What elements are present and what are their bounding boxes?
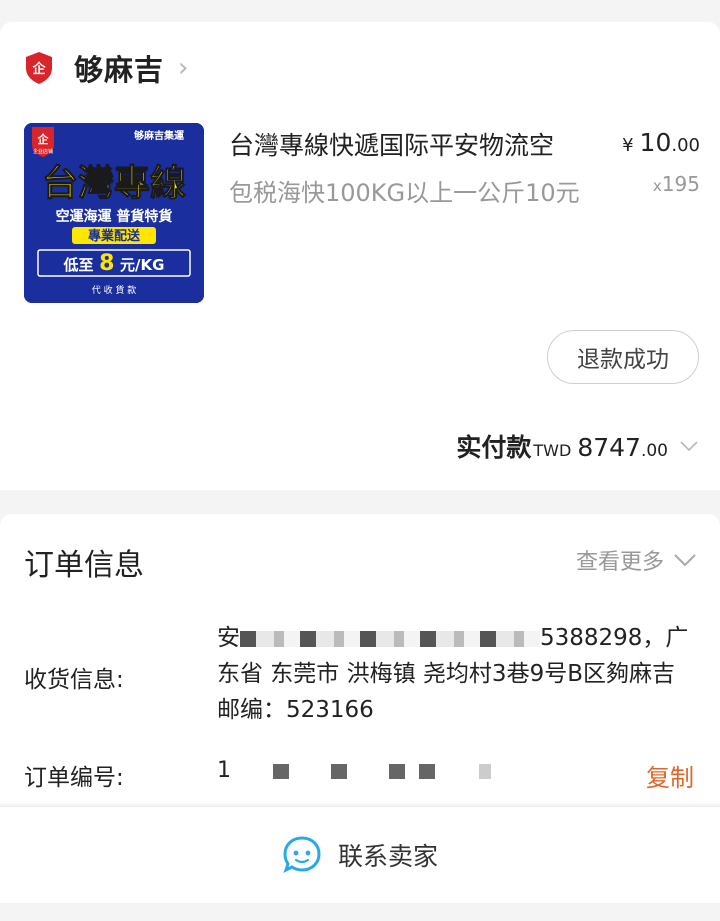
address-masked-block <box>240 630 540 647</box>
shop-name[interactable]: 够麻吉 <box>74 47 164 89</box>
product-image-line3-big: 8 <box>99 251 114 276</box>
chat-bubble-icon <box>283 836 321 873</box>
product-title[interactable]: 台灣專線快遞国际平安物流空 <box>229 126 609 162</box>
product-image-brand: 够麻吉集運 <box>133 129 184 142</box>
view-more-link[interactable]: 查看更多 <box>576 544 696 576</box>
svg-text:企: 企 <box>31 61 46 77</box>
product-image[interactable]: 企 企业店铺 够麻吉集運 台灣專線 空運海運 普貨特貨 專業配送 低至 8 元/… <box>24 123 204 303</box>
chevron-down-icon[interactable] <box>680 440 698 452</box>
copy-button[interactable]: 复制 <box>646 758 694 793</box>
shop-card: 企 够麻吉 › 企 企业店铺 够麻吉集運 台灣專線 空運海運 普貨特貨 專業配送… <box>0 22 720 490</box>
payment-summary[interactable]: 实付款 TWD 8747.00 <box>456 428 698 464</box>
order-info-card: 订单信息 查看更多 收货信息: 安 5388298，广东省 东莞市 洪梅镇 尧均村… <box>0 514 720 804</box>
shop-badge-icon: 企 <box>26 52 52 84</box>
payment-amount: 8747 <box>577 433 641 462</box>
product-image-line4: 代 收 貨 款 <box>92 284 137 296</box>
quantity-value: 195 <box>661 172 700 196</box>
price-int: 10 <box>639 128 672 157</box>
product-image-line3-suffix: 元/KG <box>120 256 164 274</box>
order-number-mask <box>331 764 347 779</box>
product-image-line1: 空運海運 普貨特貨 <box>56 208 173 225</box>
product-image-badge: 企业店铺 <box>33 148 53 155</box>
chevron-down-icon[interactable] <box>674 553 696 567</box>
contact-seller-button[interactable]: 联系卖家 <box>0 807 720 903</box>
order-number-mask <box>419 764 435 779</box>
address-label: 收货信息: <box>24 667 124 693</box>
quantity-prefix: x <box>652 177 662 195</box>
address-value: 安 5388298，广东省 东莞市 洪梅镇 尧均村3巷9号B区夠麻吉 邮编：523… <box>217 620 702 728</box>
order-number-mask <box>273 764 289 779</box>
order-number-visible: 1 <box>217 758 231 783</box>
chevron-right-icon[interactable]: › <box>178 53 188 83</box>
product-description: 包税海快100KG以上一公斤10元 <box>229 179 580 207</box>
order-number-value: 1 <box>217 758 497 783</box>
order-info-title: 订单信息 <box>24 548 144 583</box>
price-currency: ¥ <box>622 135 634 156</box>
order-number-mask <box>389 764 405 779</box>
contact-bar: 联系卖家 <box>0 806 720 903</box>
product-quantity: x195 <box>653 172 700 196</box>
order-number-mask <box>479 764 491 779</box>
order-number-label: 订单编号: <box>24 765 124 791</box>
address-visible-start: 安 <box>217 625 240 651</box>
view-more-label[interactable]: 查看更多 <box>576 544 664 576</box>
price-decimals: .00 <box>671 135 700 156</box>
product-price: ¥10.00 <box>622 128 700 157</box>
product-image-line2: 專業配送 <box>88 228 141 244</box>
product-image-headline: 台灣專線 <box>42 163 186 204</box>
refund-status-button[interactable]: 退款成功 <box>547 330 699 384</box>
contact-seller-label[interactable]: 联系卖家 <box>338 837 438 873</box>
payment-label: 实付款 <box>456 433 532 462</box>
product-image-line3-prefix: 低至 <box>63 256 94 274</box>
payment-currency: TWD <box>533 441 572 460</box>
shop-header[interactable]: 企 够麻吉 › <box>24 48 188 88</box>
payment-decimals: .00 <box>640 441 668 461</box>
svg-text:企: 企 <box>37 132 50 146</box>
